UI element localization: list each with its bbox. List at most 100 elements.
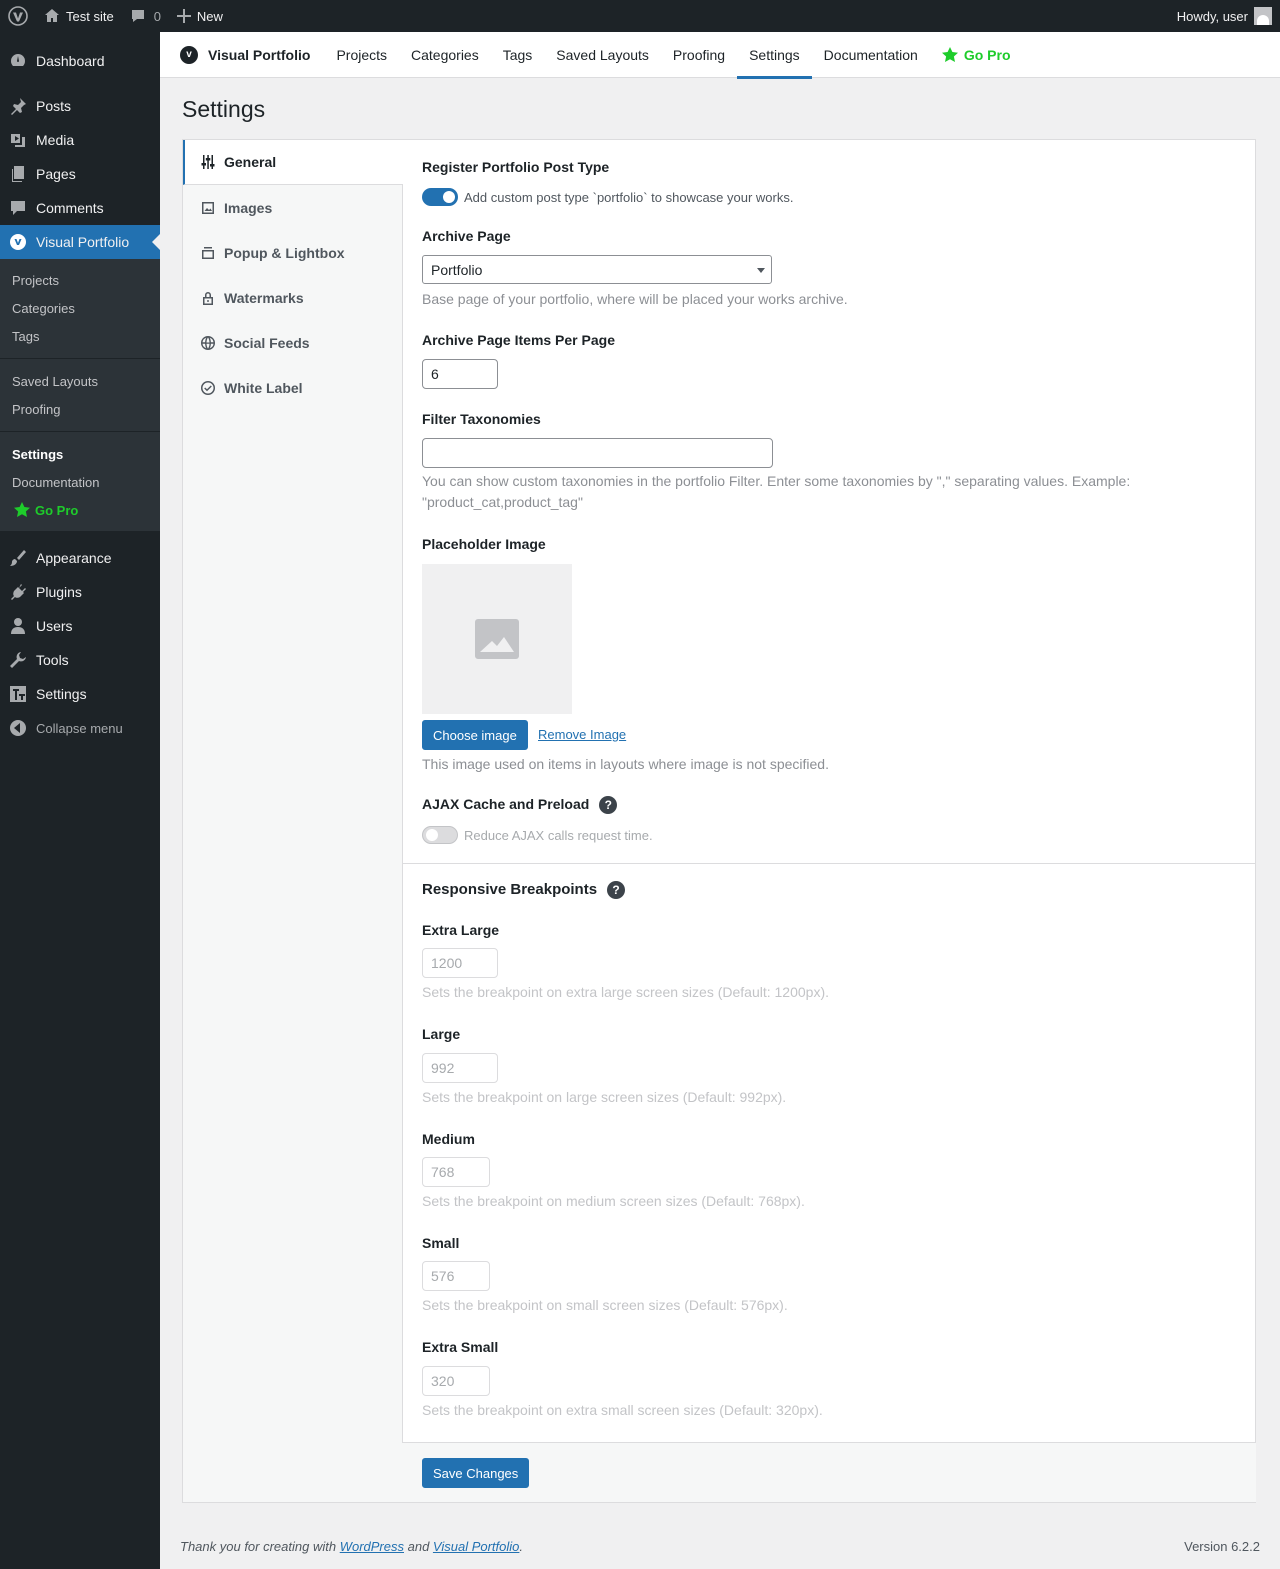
submenu-divider: [0, 358, 160, 359]
breakpoint-xl-input[interactable]: 1200: [422, 948, 498, 978]
sidebar-item-dashboard[interactable]: Dashboard: [0, 44, 160, 78]
sidebar-item-label: Visual Portfolio: [36, 234, 130, 250]
site-name-link[interactable]: Test site: [36, 0, 122, 32]
settings-vertical-tabs: General Images Popup & Lightbox Watermar…: [183, 140, 403, 1502]
breakpoint-md-input[interactable]: 768: [422, 1157, 490, 1187]
breakpoint-xs-input[interactable]: 320: [422, 1366, 490, 1396]
plus-icon: [176, 9, 191, 23]
visual-portfolio-submenu: Projects Categories Tags Saved Layouts P…: [0, 259, 160, 531]
submenu-item-saved-layouts[interactable]: Saved Layouts: [0, 367, 160, 395]
plugin-icon: [8, 582, 28, 602]
wordpress-link[interactable]: WordPress: [340, 1539, 404, 1554]
submenu-item-documentation[interactable]: Documentation: [0, 468, 160, 496]
comment-icon: [8, 198, 28, 218]
sidebar-item-visual-portfolio[interactable]: Visual Portfolio: [0, 225, 160, 259]
archive-page-select[interactable]: Portfolio: [422, 255, 772, 284]
submenu-item-proofing[interactable]: Proofing: [0, 395, 160, 423]
breakpoint-sm-input[interactable]: 576: [422, 1261, 490, 1291]
tab-settings[interactable]: Settings: [737, 32, 812, 79]
tab-saved-layouts[interactable]: Saved Layouts: [544, 32, 661, 78]
submenu-item-projects[interactable]: Projects: [0, 266, 160, 294]
vtab-label: White Label: [224, 379, 303, 396]
new-content-button[interactable]: New: [169, 0, 231, 32]
breakpoints-help-icon[interactable]: ?: [607, 881, 626, 900]
vtab-watermarks[interactable]: Watermarks: [183, 275, 402, 320]
sidebar-item-label: Plugins: [36, 584, 82, 600]
vtab-popup-lightbox[interactable]: Popup & Lightbox: [183, 230, 402, 275]
new-label: New: [196, 8, 223, 24]
footer-version: Version 6.2.2: [1184, 1539, 1260, 1554]
sidebar-item-media[interactable]: Media: [0, 123, 160, 157]
submenu-item-settings[interactable]: Settings: [0, 440, 160, 468]
save-changes-button[interactable]: Save Changes: [422, 1458, 530, 1488]
sidebar-item-posts[interactable]: Posts: [0, 89, 160, 123]
brush-icon: [8, 548, 28, 568]
visual-portfolio-icon: [8, 232, 28, 252]
tab-proofing[interactable]: Proofing: [661, 32, 737, 78]
home-icon: [45, 9, 59, 22]
tab-projects[interactable]: Projects: [324, 32, 399, 78]
tab-categories[interactable]: Categories: [399, 32, 491, 78]
ajax-cache-toggle[interactable]: [422, 826, 458, 844]
items-per-page-label: Archive Page Items Per Page: [422, 332, 615, 348]
save-bar: Save Changes: [402, 1442, 1256, 1502]
vtab-general[interactable]: General: [183, 140, 403, 185]
vtab-label: General: [224, 154, 277, 170]
vtab-label: Social Feeds: [224, 334, 310, 351]
breakpoint-lg-input[interactable]: 992: [422, 1053, 498, 1083]
ajax-cache-label-text: AJAX Cache and Preload: [422, 796, 590, 812]
placeholder-image-preview[interactable]: [422, 564, 572, 714]
sidebar-item-pages[interactable]: Pages: [0, 157, 160, 191]
comments-link[interactable]: 0: [122, 0, 169, 32]
pin-icon: [8, 96, 28, 116]
wordpress-icon: [8, 6, 28, 26]
tab-documentation[interactable]: Documentation: [812, 32, 930, 78]
settings-icon: [8, 684, 28, 704]
lock-icon: [203, 291, 213, 305]
plugin-brand[interactable]: v Visual Portfolio: [180, 45, 311, 64]
wordpress-logo-button[interactable]: [0, 0, 36, 32]
submenu-divider: [0, 431, 160, 432]
items-per-page-input[interactable]: 6: [422, 359, 498, 389]
archive-page-value: Portfolio: [431, 261, 483, 278]
breakpoint-md-desc: Sets the breakpoint on medium screen siz…: [422, 1193, 805, 1209]
submenu-item-tags[interactable]: Tags: [0, 322, 160, 350]
pages-icon: [8, 164, 28, 184]
avatar: [1254, 7, 1272, 25]
sidebar-item-comments[interactable]: Comments: [0, 191, 160, 225]
filter-taxonomies-input[interactable]: [422, 438, 773, 468]
placeholder-image-desc: This image used on items in layouts wher…: [422, 756, 829, 772]
sidebar-item-settings[interactable]: Settings: [0, 677, 160, 711]
dashboard-icon: [8, 51, 28, 71]
globe-icon: [201, 335, 215, 350]
tab-go-pro[interactable]: Go Pro: [930, 32, 1023, 78]
submenu-item-categories[interactable]: Categories: [0, 294, 160, 322]
sidebar-item-label: Posts: [36, 98, 72, 114]
footer-thanks-prefix: Thank you for creating with: [180, 1539, 340, 1554]
choose-image-button[interactable]: Choose image: [422, 720, 528, 750]
submenu-item-go-pro[interactable]: Go Pro: [0, 496, 160, 524]
breakpoint-sm-label: Small: [422, 1235, 460, 1251]
collapse-menu-button[interactable]: Collapse menu: [0, 711, 160, 745]
visual-portfolio-link[interactable]: Visual Portfolio: [433, 1539, 519, 1554]
ajax-help-icon[interactable]: ?: [599, 796, 618, 815]
sidebar-item-plugins[interactable]: Plugins: [0, 575, 160, 609]
account-menu[interactable]: Howdy, user: [1169, 0, 1280, 32]
remove-image-link[interactable]: Remove Image: [538, 727, 626, 742]
sidebar-item-appearance[interactable]: Appearance: [0, 541, 160, 575]
archive-page-label: Archive Page: [422, 228, 511, 244]
sidebar-item-users[interactable]: Users: [0, 609, 160, 643]
vtab-white-label[interactable]: White Label: [183, 365, 402, 410]
breakpoints-title-text: Responsive Breakpoints: [422, 881, 598, 898]
tab-tags[interactable]: Tags: [491, 32, 545, 78]
sidebar-item-tools[interactable]: Tools: [0, 643, 160, 677]
register-post-type-label: Register Portfolio Post Type: [422, 159, 610, 175]
brand-name: Visual Portfolio: [208, 46, 311, 63]
sidebar-item-label: Settings: [36, 686, 87, 702]
go-pro-label: Go Pro: [35, 502, 79, 518]
vtab-social-feeds[interactable]: Social Feeds: [183, 320, 402, 365]
vtab-images[interactable]: Images: [183, 185, 402, 230]
site-name: Test site: [66, 8, 114, 24]
register-post-type-toggle[interactable]: [422, 188, 458, 206]
star-icon: [14, 502, 30, 517]
